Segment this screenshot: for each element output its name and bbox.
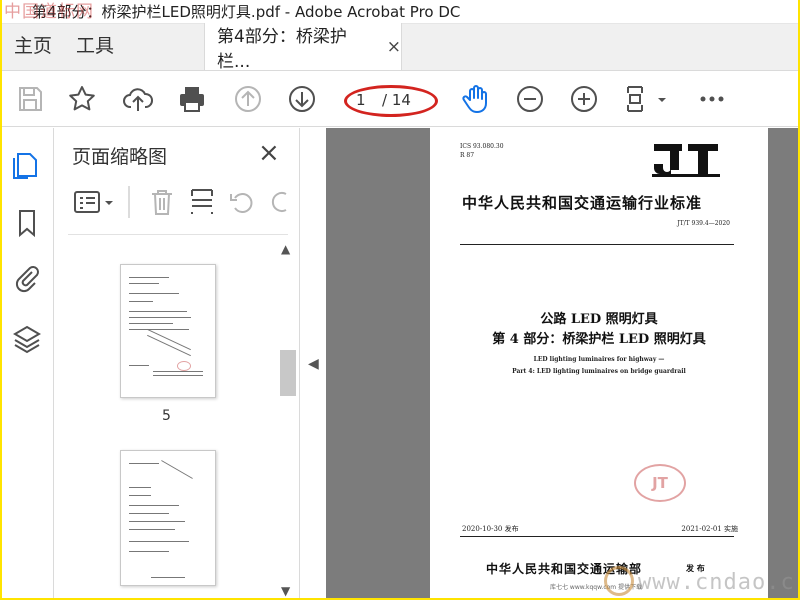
menu-home[interactable]: 主页 — [2, 23, 64, 70]
fit-page-icon[interactable] — [624, 83, 668, 115]
pdf-page: ICS 93.080.30 R 87 中华人民共和国交通运输行业标准 JT/T … — [430, 128, 768, 598]
collapse-arrow-icon[interactable]: ◀ — [308, 356, 319, 372]
star-icon[interactable] — [66, 83, 98, 115]
page-thumbnail[interactable] — [120, 450, 216, 586]
up-page-icon[interactable] — [232, 83, 264, 115]
jt-logo — [652, 142, 720, 182]
site-watermark-url: www.cndao.c — [638, 570, 795, 595]
footer-rule — [460, 536, 734, 537]
scroll-up-icon[interactable]: ▲ — [281, 242, 290, 256]
window-title: 第4部分：桥梁护栏LED照明灯具.pdf - Adobe Acrobat Pro… — [32, 3, 461, 21]
page-thumbnail[interactable] — [120, 264, 216, 398]
document-tab[interactable]: 第4部分：桥梁护栏... × — [204, 23, 403, 72]
bookmark-icon[interactable] — [10, 206, 44, 240]
panel-divider — [68, 234, 288, 235]
options-icon[interactable] — [72, 186, 116, 218]
thumbnails-panel: 页面缩略图 × 5 ▲ ▼ — [54, 128, 300, 598]
document-title-1: 公路 LED 照明灯具 — [540, 312, 658, 327]
title-bar: 第4部分：桥梁护栏LED照明灯具.pdf - Adobe Acrobat Pro… — [2, 0, 798, 24]
more-icon[interactable] — [696, 83, 728, 115]
page-number-box[interactable]: 1 / 14 — [344, 85, 438, 117]
rotate-cw-icon[interactable] — [264, 186, 288, 218]
toolbar: 1 / 14 — [2, 71, 798, 127]
thumbnail-scrollbar[interactable]: ▲ ▼ — [278, 242, 296, 598]
page-thumbnails-icon[interactable] — [10, 148, 44, 182]
english-title-1: LED lighting luminaires for highway — — [533, 356, 665, 363]
current-page[interactable]: 1 — [356, 91, 366, 109]
scroll-thumb[interactable] — [280, 350, 296, 396]
issue-date: 2020-10-30 发布 — [462, 525, 519, 533]
watermark-logo — [604, 566, 634, 596]
jt-stamp: JT — [634, 464, 686, 502]
menu-bar: 主页 工具 第4部分：桥梁护栏... × — [2, 23, 798, 72]
acrobat-window: 第4部分：桥梁护栏LED照明灯具.pdf - Adobe Acrobat Pro… — [2, 0, 798, 598]
close-icon[interactable]: × — [258, 138, 280, 168]
layers-icon[interactable] — [10, 322, 44, 356]
save-icon[interactable] — [14, 83, 46, 115]
header-rule — [460, 244, 734, 245]
rotate-ccw-icon[interactable] — [226, 186, 258, 218]
ics-code: ICS 93.080.30 R 87 — [460, 143, 504, 159]
implementation-date: 2021-02-01 实施 — [681, 525, 738, 533]
zoom-out-icon[interactable] — [514, 83, 546, 115]
down-page-icon[interactable] — [286, 83, 318, 115]
document-tab-label: 第4部分：桥梁护栏... — [217, 26, 347, 72]
left-rail — [2, 128, 54, 598]
menu-tools[interactable]: 工具 — [64, 23, 126, 70]
zoom-in-icon[interactable] — [568, 83, 600, 115]
english-title-2: Part 4: LED lighting luminaires on bridg… — [512, 368, 686, 375]
panel-title: 页面缩略图 — [72, 146, 168, 168]
scroll-down-icon[interactable]: ▼ — [281, 584, 290, 598]
toolbar-divider — [128, 186, 130, 218]
site-watermark: 中国道标网 — [4, 2, 94, 22]
insert-page-icon[interactable] — [186, 186, 218, 218]
standard-category: 中华人民共和国交通运输行业标准 — [462, 194, 703, 212]
panel-toolbar — [68, 186, 300, 222]
thumbnail-label: 5 — [162, 408, 171, 424]
document-title-2: 第 4 部分：桥梁护栏 LED 照明灯具 — [492, 332, 706, 347]
total-pages: / 14 — [382, 91, 411, 109]
standard-code: JT/T 939.4—2020 — [677, 220, 730, 227]
attachment-icon[interactable] — [10, 262, 44, 296]
hand-tool-icon[interactable] — [460, 83, 492, 115]
print-icon[interactable] — [176, 83, 208, 115]
close-icon[interactable]: × — [387, 37, 401, 57]
upload-cloud-icon[interactable] — [122, 83, 154, 115]
panel-collapse-gutter[interactable]: ◀ — [300, 128, 326, 598]
document-view[interactable]: ICS 93.080.30 R 87 中华人民共和国交通运输行业标准 JT/T … — [326, 128, 798, 598]
delete-icon[interactable] — [146, 186, 178, 218]
